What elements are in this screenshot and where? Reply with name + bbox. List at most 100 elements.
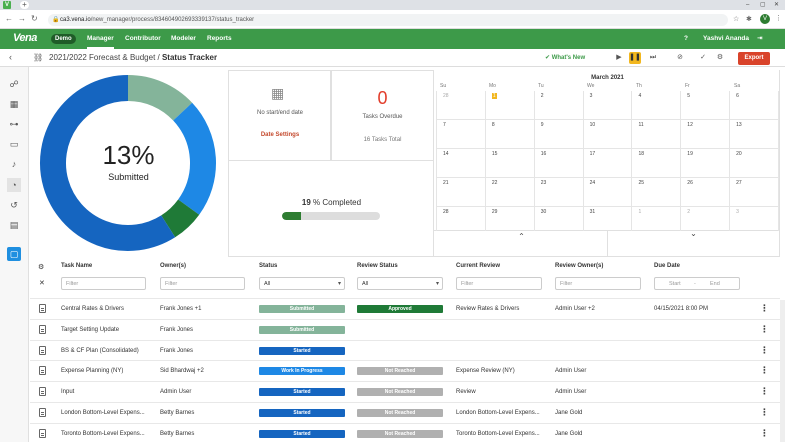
whats-new-link[interactable]: ✔ What's New — [545, 54, 585, 61]
task-document-icon[interactable] — [39, 387, 46, 397]
table-icon[interactable]: ▦ — [7, 97, 21, 111]
nav-modeler[interactable]: Modeler — [171, 29, 196, 49]
header-due-date[interactable]: Due Date — [654, 263, 680, 269]
calendar-day-cell[interactable]: 10 — [583, 120, 633, 149]
row-menu-icon[interactable]: ⋮ — [760, 324, 769, 335]
table-row[interactable]: Input Admin User Started Not Reached Rev… — [30, 381, 780, 402]
browser-tab-favicon[interactable]: V — [3, 1, 11, 9]
calendar-day-cell[interactable]: 16 — [534, 149, 584, 178]
inbox-icon[interactable]: ▭ — [7, 137, 21, 151]
back-icon[interactable]: ‹ — [9, 52, 12, 62]
row-menu-icon[interactable]: ⋮ — [760, 303, 769, 314]
calendar-day-cell[interactable]: 17 — [583, 149, 633, 178]
calendar-day-cell[interactable]: 24 — [583, 178, 633, 207]
history-icon[interactable]: ↺ — [7, 198, 21, 212]
play-icon[interactable]: ▶ — [613, 52, 625, 64]
task-name[interactable]: Central Rates & Drivers — [61, 306, 124, 312]
check-circle-icon[interactable]: ✓ — [697, 52, 709, 64]
status-filter-select[interactable]: All — [259, 277, 345, 290]
calendar-day-cell[interactable]: 21 — [436, 178, 486, 207]
due-date-range-input[interactable]: Start - End — [654, 277, 740, 290]
task-document-icon[interactable] — [39, 345, 46, 355]
logout-icon[interactable]: ⇥ — [757, 29, 762, 49]
minimize-icon[interactable]: – — [746, 0, 749, 10]
header-review-owners[interactable]: Review Owner(s) — [555, 263, 603, 269]
task-name[interactable]: Expense Planning (NY) — [61, 368, 123, 374]
browser-back-icon[interactable]: ← — [5, 14, 13, 24]
table-row[interactable]: Central Rates & Drivers Frank Jones +1 S… — [30, 298, 780, 319]
calendar-day-cell[interactable]: 2 — [534, 91, 584, 120]
task-document-icon[interactable] — [39, 366, 46, 376]
calendar-day-cell[interactable]: 22 — [485, 178, 535, 207]
task-document-icon[interactable] — [39, 428, 46, 438]
calendar-day-cell[interactable]: 8 — [485, 120, 535, 149]
calendar-day-cell[interactable]: 13 — [730, 120, 780, 149]
gear-icon[interactable]: ⚙ — [714, 52, 726, 64]
date-settings-link[interactable]: Date Settings — [230, 132, 330, 138]
calendar-day-cell[interactable]: 26 — [681, 178, 731, 207]
review-status-filter-select[interactable]: All — [357, 277, 443, 290]
task-document-icon[interactable] — [39, 408, 46, 417]
task-document-icon[interactable] — [39, 324, 46, 334]
hierarchy-icon[interactable]: ☍ — [7, 77, 21, 91]
comments-icon[interactable]: ▢ — [7, 247, 21, 261]
calendar-day-cell[interactable]: 6 — [730, 91, 780, 120]
table-row[interactable]: Target Setting Update Frank Jones Submit… — [30, 318, 780, 340]
export-button[interactable]: Export — [738, 52, 770, 65]
header-task-name[interactable]: Task Name — [61, 263, 92, 269]
browser-forward-icon[interactable]: → — [18, 14, 26, 24]
new-tab-button[interactable]: + — [20, 1, 29, 9]
calendar-day-cell[interactable]: 14 — [436, 149, 486, 178]
row-menu-icon[interactable]: ⋮ — [760, 428, 769, 439]
owner-filter-input[interactable]: Filter — [160, 277, 245, 290]
maximize-icon[interactable]: ▢ — [760, 0, 766, 10]
close-window-icon[interactable]: ✕ — [774, 0, 779, 10]
bookmark-star-icon[interactable]: ☆ — [733, 15, 739, 23]
column-settings-icon[interactable]: ⚙ — [38, 263, 44, 271]
calendar-day-cell[interactable]: 18 — [632, 149, 682, 178]
table-row[interactable]: Expense Planning (NY) Sid Bhardwaj +2 Wo… — [30, 360, 780, 381]
task-name[interactable]: BS & CF Plan (Consolidated) — [61, 348, 139, 354]
task-document-icon[interactable] — [39, 304, 46, 313]
calendar-day-cell[interactable]: 11 — [632, 120, 682, 149]
calendar-day-cell[interactable]: 12 — [681, 120, 731, 149]
table-row[interactable]: London Bottom-Level Expens... Betty Barn… — [30, 402, 780, 423]
browser-profile-avatar[interactable]: V — [760, 14, 770, 24]
calendar-day-cell[interactable]: 7 — [436, 120, 486, 149]
row-menu-icon[interactable]: ⋮ — [760, 386, 769, 397]
hide-icon[interactable]: ⊘ — [674, 52, 686, 64]
user-name[interactable]: Yashvi Ananda — [703, 29, 749, 49]
calendar-day-cell[interactable]: 5 — [681, 91, 731, 120]
header-status[interactable]: Status — [259, 263, 277, 269]
task-name[interactable]: Toronto Bottom-Level Expens... — [61, 431, 145, 437]
chevron-up-icon[interactable]: ⌃ — [436, 232, 607, 241]
calendar-day-cell[interactable]: 4 — [632, 91, 682, 120]
skip-end-icon[interactable]: ⏭ — [647, 52, 659, 64]
calendar-day-cell[interactable]: 23 — [534, 178, 584, 207]
help-icon[interactable]: ? — [684, 29, 688, 49]
reload-icon[interactable]: ↻ — [31, 14, 38, 24]
table-row[interactable]: BS & CF Plan (Consolidated) Frank Jones … — [30, 339, 780, 361]
table-scrollbar[interactable] — [780, 300, 785, 442]
current-review-filter-input[interactable]: Filter — [456, 277, 542, 290]
bell-icon[interactable]: ♪ — [7, 157, 21, 171]
report-icon[interactable]: ▤ — [7, 218, 21, 232]
header-current-review[interactable]: Current Review — [456, 263, 500, 269]
review-owner-filter-input[interactable]: Filter — [555, 277, 641, 290]
task-name[interactable]: Target Setting Update — [61, 327, 119, 333]
row-menu-icon[interactable]: ⋮ — [760, 407, 769, 418]
calendar-day-cell[interactable]: 28 — [436, 91, 486, 120]
calendar-day-cell[interactable]: 27 — [730, 178, 780, 207]
breadcrumb-process[interactable]: 2021/2022 Forecast & Budget — [49, 53, 155, 62]
clear-filters-icon[interactable]: ✕ — [39, 279, 45, 287]
workflow-icon[interactable]: ⊶ — [7, 117, 21, 131]
task-name[interactable]: Input — [61, 389, 74, 395]
nav-reports[interactable]: Reports — [207, 29, 232, 49]
extensions-icon[interactable]: ✱ — [746, 15, 752, 23]
chevron-down-icon[interactable]: ⌄ — [608, 229, 779, 238]
task-name[interactable]: London Bottom-Level Expens... — [61, 410, 145, 416]
nav-manager[interactable]: Manager — [87, 29, 114, 49]
calendar-day-cell[interactable]: 9 — [534, 120, 584, 149]
calendar-day-cell[interactable]: 15 — [485, 149, 535, 178]
calendar-day-cell[interactable]: 20 — [730, 149, 780, 178]
